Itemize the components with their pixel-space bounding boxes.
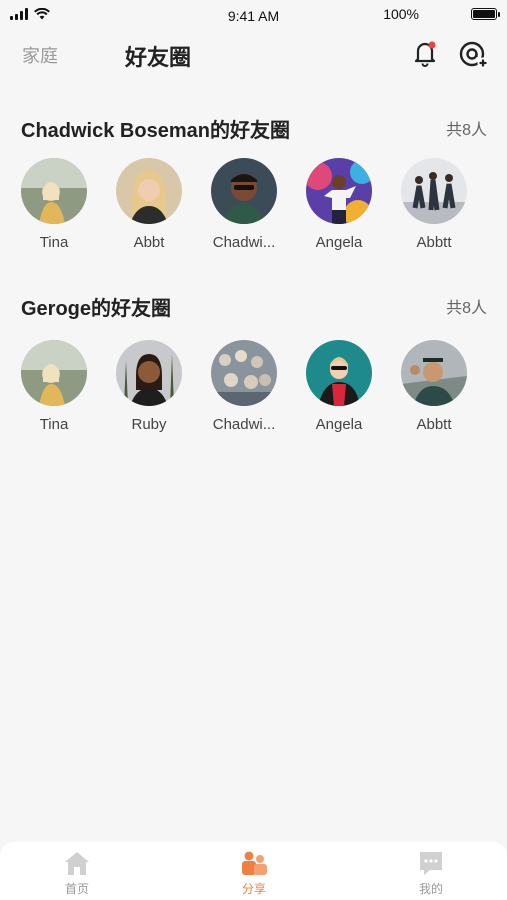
friend-name: Angela xyxy=(315,416,363,433)
section-title: Geroge的好友圈 xyxy=(21,298,172,320)
friend-item[interactable]: Chadwi... xyxy=(199,340,289,433)
notification-bell-icon[interactable] xyxy=(410,38,440,68)
friend-item[interactable]: Abbtt xyxy=(389,158,479,251)
friend-item[interactable]: Tina xyxy=(9,158,99,251)
status-right: 100% xyxy=(383,6,500,22)
add-friend-icon[interactable] xyxy=(457,38,489,70)
friend-item[interactable]: Angela xyxy=(294,340,384,433)
member-count: 共8人 xyxy=(446,300,487,317)
avatar xyxy=(116,340,182,406)
friend-name: Tina xyxy=(39,234,69,251)
battery-percentage: 100% xyxy=(383,6,419,22)
friend-item[interactable]: Abbt xyxy=(104,158,194,251)
chat-icon xyxy=(420,852,442,875)
friend-item[interactable]: Angela xyxy=(294,158,384,251)
people-icon xyxy=(242,851,267,875)
tab-home[interactable]: 首页 xyxy=(42,848,112,897)
avatar xyxy=(306,158,372,224)
avatar xyxy=(21,158,87,224)
member-count: 共8人 xyxy=(446,122,487,139)
avatar xyxy=(211,158,277,224)
tab-label: 分享 xyxy=(241,882,266,896)
avatar xyxy=(21,340,87,406)
avatar xyxy=(116,158,182,224)
section-title: Chadwick Boseman的好友圈 xyxy=(21,120,290,142)
home-icon xyxy=(65,852,89,875)
avatar-row: Tina Abbt Chadwi... Angela Abbtt xyxy=(0,158,507,258)
section-header: Chadwick Boseman的好友圈 共8人 xyxy=(21,114,487,142)
tab-share[interactable]: 分享 xyxy=(219,848,289,897)
friend-circle-section: Chadwick Boseman的好友圈 共8人 Tina Abbt Chadw… xyxy=(0,114,507,264)
tab-mine[interactable]: 我的 xyxy=(396,848,466,897)
tab-bar: 首页 分享 我的 xyxy=(0,842,507,900)
avatar xyxy=(401,340,467,406)
avatar xyxy=(401,158,467,224)
friend-item[interactable]: Ruby xyxy=(104,340,194,433)
family-tab-link[interactable]: 家庭 xyxy=(22,42,58,68)
friend-name: Angela xyxy=(315,234,363,251)
friend-name: Ruby xyxy=(131,416,167,433)
friend-name: Chadwi... xyxy=(212,416,276,433)
friend-name: Abbt xyxy=(133,234,165,251)
page-title: 好友圈 xyxy=(125,45,192,70)
friend-circle-section: Geroge的好友圈 共8人 Tina Ruby Chadwi... Angel… xyxy=(0,292,507,442)
friend-name: Abbtt xyxy=(416,416,452,433)
tab-label: 首页 xyxy=(64,882,89,896)
friend-item[interactable]: Tina xyxy=(9,340,99,433)
avatar xyxy=(306,340,372,406)
tab-label: 我的 xyxy=(418,882,443,896)
battery-icon xyxy=(471,8,500,20)
avatar-row: Tina Ruby Chadwi... Angela Abbtt xyxy=(0,340,507,440)
status-bar: 9:41 AM 100% xyxy=(0,0,507,32)
avatar xyxy=(211,340,277,406)
friend-item[interactable]: Chadwi... xyxy=(199,158,289,251)
friend-item[interactable]: Abbtt xyxy=(389,340,479,433)
friend-name: Chadwi... xyxy=(212,234,276,251)
section-header: Geroge的好友圈 共8人 xyxy=(21,292,487,320)
friend-name: Abbtt xyxy=(416,234,452,251)
header: 家庭 好友圈 xyxy=(0,32,507,76)
friend-name: Tina xyxy=(39,416,69,433)
